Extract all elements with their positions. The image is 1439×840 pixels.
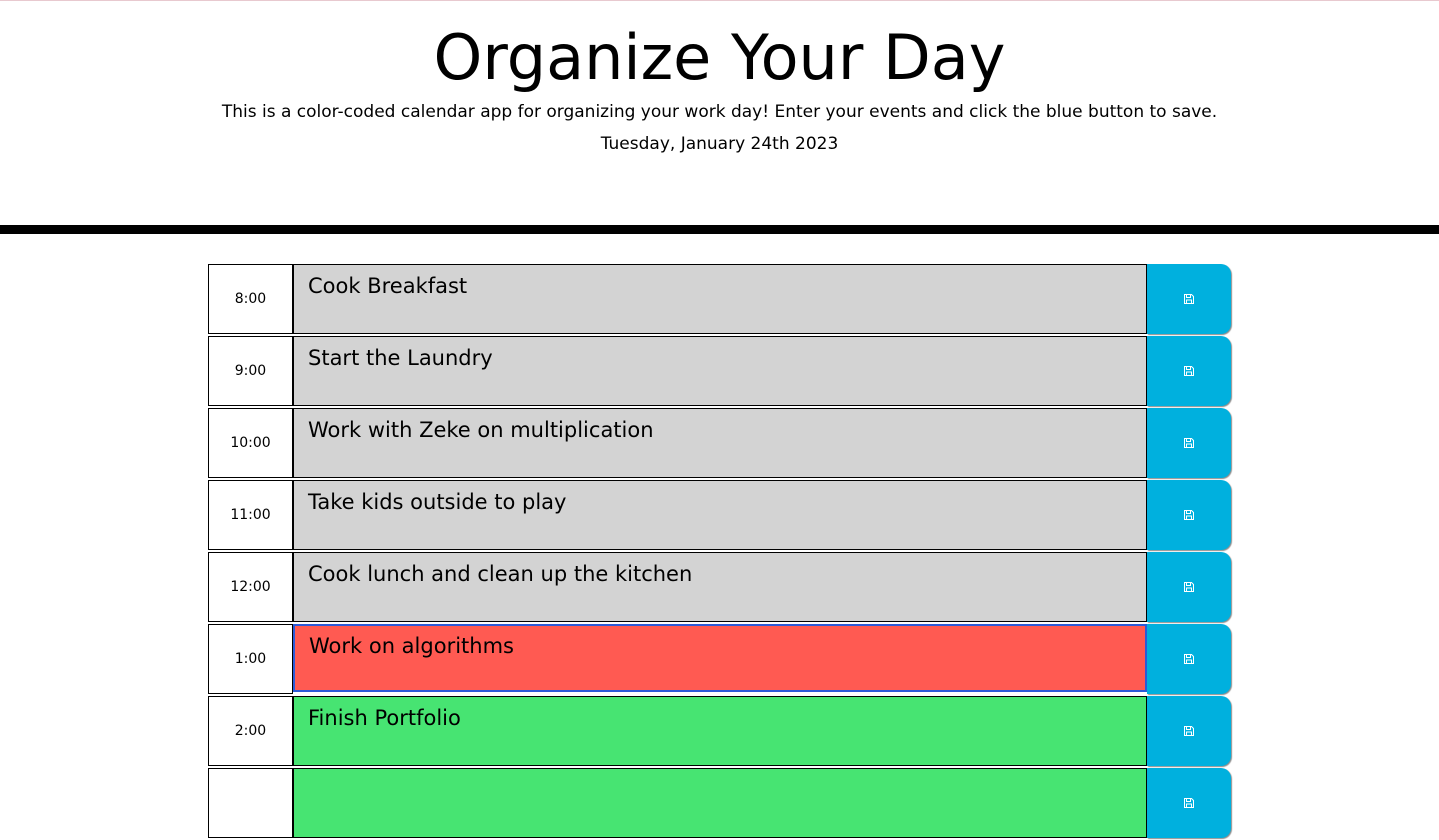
time-block: 2:00 Finish Portfolio [208, 696, 1232, 766]
page-title: Organize Your Day [433, 21, 1006, 94]
hour-label: 12:00 [208, 552, 293, 622]
event-description[interactable]: Take kids outside to play [293, 480, 1147, 550]
save-icon [1184, 582, 1194, 592]
hour-label: 9:00 [208, 336, 293, 406]
save-icon [1184, 438, 1194, 448]
save-icon [1184, 726, 1194, 736]
planner: 8:00 Cook Breakfast 9:00 Start the Laund… [208, 264, 1232, 840]
time-block: 11:00 Take kids outside to play [208, 480, 1232, 550]
event-description[interactable]: Work with Zeke on multiplication [293, 408, 1147, 478]
event-description[interactable]: Cook Breakfast [293, 264, 1147, 334]
time-block: 10:00 Work with Zeke on multiplication [208, 408, 1232, 478]
event-description[interactable] [293, 768, 1147, 838]
time-block: 8:00 Cook Breakfast [208, 264, 1232, 334]
save-button[interactable] [1147, 696, 1231, 766]
event-description[interactable]: Cook lunch and clean up the kitchen [293, 552, 1147, 622]
save-button[interactable] [1147, 264, 1231, 334]
save-icon [1184, 366, 1194, 376]
time-block [208, 768, 1232, 838]
header-divider [0, 225, 1439, 234]
hour-label: 10:00 [208, 408, 293, 478]
save-icon [1184, 294, 1194, 304]
save-icon [1184, 510, 1194, 520]
header: Organize Your Day This is a color-coded … [0, 0, 1439, 226]
save-button[interactable] [1147, 408, 1231, 478]
hour-label: 1:00 [208, 624, 293, 694]
save-button[interactable] [1147, 480, 1231, 550]
time-block: 9:00 Start the Laundry [208, 336, 1232, 406]
current-day: Tuesday, January 24th 2023 [600, 134, 839, 154]
event-description[interactable]: Finish Portfolio [293, 696, 1147, 766]
hour-label: 8:00 [208, 264, 293, 334]
hour-label [208, 768, 293, 838]
save-icon [1184, 654, 1194, 664]
save-button[interactable] [1147, 336, 1231, 406]
lead-text: This is a color-coded calendar app for o… [221, 102, 1218, 122]
time-block: 12:00 Cook lunch and clean up the kitche… [208, 552, 1232, 622]
save-button[interactable] [1147, 552, 1231, 622]
time-block: 1:00 Work on algorithms [208, 624, 1232, 694]
event-description[interactable]: Work on algorithms [293, 624, 1147, 692]
event-description[interactable]: Start the Laundry [293, 336, 1147, 406]
save-button[interactable] [1147, 768, 1231, 838]
save-button[interactable] [1147, 624, 1231, 694]
save-icon [1184, 798, 1194, 808]
hour-label: 11:00 [208, 480, 293, 550]
hour-label: 2:00 [208, 696, 293, 766]
